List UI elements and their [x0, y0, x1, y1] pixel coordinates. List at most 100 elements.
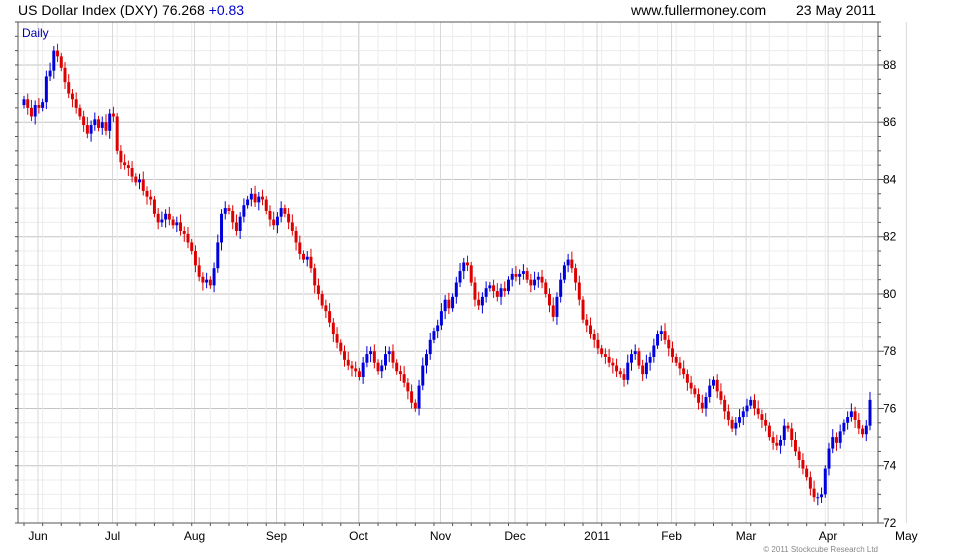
candle-down	[208, 279, 212, 286]
candle-up	[454, 282, 458, 297]
candle-down	[193, 251, 197, 266]
copyright-notice: © 2011 Stockcube Research Ltd	[763, 545, 878, 554]
candle-down	[730, 419, 734, 429]
candle-up	[428, 339, 432, 355]
candle-down	[290, 222, 294, 231]
x-tick-label: May	[895, 529, 918, 543]
candle-down	[611, 362, 615, 366]
candle-down	[857, 419, 861, 429]
candle-down	[682, 368, 686, 375]
candle-up	[488, 285, 492, 289]
x-tick-label: 2011	[584, 529, 610, 543]
candle-down	[771, 437, 775, 443]
candle-up	[305, 256, 309, 260]
candle-up	[387, 351, 391, 355]
candle-down	[570, 259, 574, 269]
candle-down	[540, 276, 544, 283]
candle-up	[246, 199, 250, 206]
candle-down	[141, 179, 145, 191]
candle-up	[421, 365, 425, 386]
candle-up	[365, 354, 369, 363]
candle-down	[63, 67, 67, 83]
x-tick-label: Nov	[430, 529, 451, 543]
candle-up	[779, 439, 783, 446]
candle-up	[220, 213, 224, 243]
candle-down	[395, 362, 399, 372]
candle-down	[104, 122, 108, 131]
candle-down	[97, 119, 101, 128]
candle-down	[126, 165, 130, 169]
candle-down	[801, 460, 805, 469]
candle-up	[629, 354, 633, 363]
candle-down	[592, 334, 596, 340]
candle-down	[689, 382, 693, 389]
candle-down	[346, 359, 350, 366]
candle-up	[52, 50, 56, 71]
candle-down	[793, 439, 797, 452]
y-tick-label: 74	[883, 459, 897, 473]
x-tick-label: Sep	[266, 529, 288, 543]
candle-down	[495, 291, 499, 297]
candle-down	[775, 442, 779, 446]
candle-down	[331, 322, 335, 335]
y-tick-label: 82	[883, 230, 897, 244]
candle-up	[439, 311, 443, 326]
candle-up	[484, 288, 488, 297]
candle-down	[335, 334, 339, 343]
candle-up	[626, 362, 630, 380]
candle-down	[26, 99, 30, 108]
candle-down	[339, 342, 343, 352]
candle-up	[41, 102, 45, 108]
candle-up	[510, 273, 514, 280]
candle-down	[693, 388, 697, 395]
candle-up	[44, 76, 48, 103]
candle-down	[473, 282, 477, 300]
candle-up	[48, 70, 52, 77]
candle-down	[302, 253, 306, 260]
x-tick-label: Apr	[819, 529, 838, 543]
candle-up	[738, 417, 742, 423]
candle-up	[868, 399, 872, 426]
candle-down	[581, 299, 585, 320]
candle-up	[458, 271, 462, 283]
candle-up	[644, 362, 648, 375]
candle-down	[786, 425, 790, 429]
candle-up	[864, 425, 868, 435]
candle-up	[443, 299, 447, 312]
candle-down	[715, 379, 719, 392]
x-tick-label: Aug	[184, 529, 205, 543]
candle-down	[667, 339, 671, 349]
candle-up	[242, 205, 246, 217]
candle-down	[663, 331, 667, 340]
candle-down	[615, 365, 619, 372]
candle-up	[659, 331, 663, 335]
candle-down	[525, 271, 529, 280]
candle-up	[842, 422, 846, 432]
candle-down	[413, 402, 417, 409]
candle-down	[85, 125, 89, 134]
candle-down	[585, 319, 589, 326]
candle-up	[656, 334, 660, 346]
candle-up	[369, 351, 373, 355]
candle-down	[544, 282, 548, 294]
candle-down	[316, 285, 320, 294]
candle-down	[760, 414, 764, 420]
candle-down	[466, 262, 469, 266]
candle-up	[257, 196, 261, 203]
candle-down	[261, 196, 265, 200]
candle-down	[231, 210, 235, 223]
candle-down	[588, 325, 592, 335]
candle-up	[380, 365, 384, 372]
candle-up	[238, 216, 242, 231]
candle-down	[130, 168, 134, 177]
candle-up	[212, 268, 216, 286]
candle-up	[436, 325, 440, 332]
candle-down	[268, 210, 272, 220]
candle-down	[547, 293, 551, 306]
candle-down	[134, 176, 138, 183]
candle-down	[726, 411, 730, 420]
candle-up	[652, 345, 656, 357]
candle-down	[287, 213, 291, 223]
candle-down	[313, 268, 317, 286]
candle-down	[272, 219, 276, 226]
